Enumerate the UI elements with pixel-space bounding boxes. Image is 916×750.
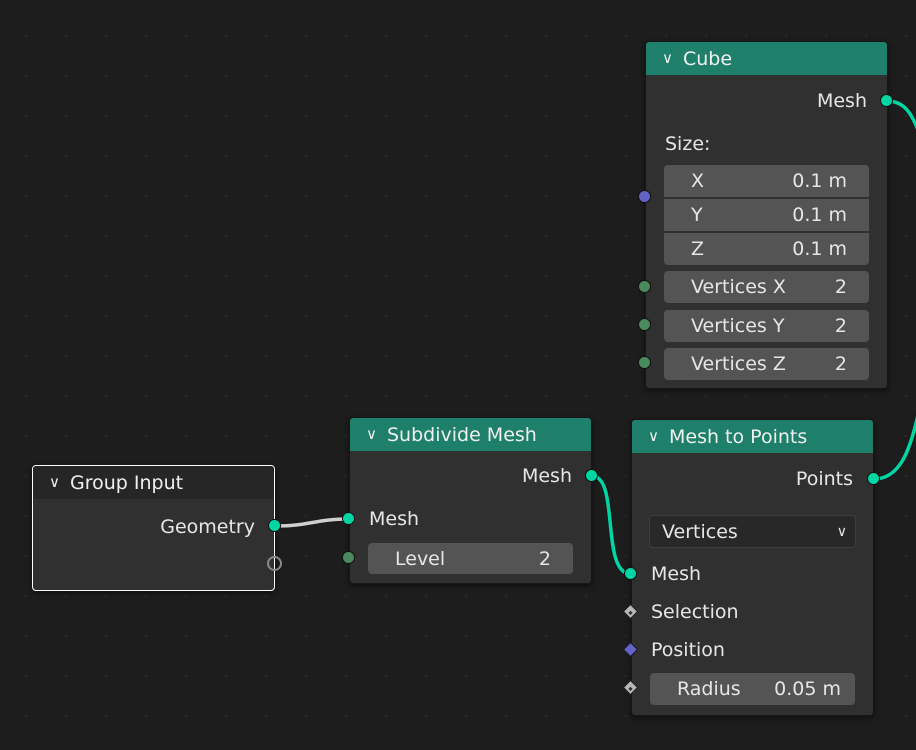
field-label: Radius (677, 678, 741, 700)
size-label: Size: (665, 133, 711, 155)
field-label: X (691, 170, 705, 192)
link-points-out[interactable] (873, 414, 916, 482)
size-y-field[interactable]: Y 0.1 m (664, 199, 869, 231)
field-label: Y (691, 204, 703, 226)
field-label: Z (691, 238, 705, 260)
cube-vertices-z-socket[interactable] (638, 356, 651, 369)
collapse-chevron-icon[interactable]: ∨ (648, 427, 659, 445)
cube-size-input-socket[interactable] (638, 190, 651, 203)
field-value: 2 (834, 276, 847, 298)
subdivide-mesh-input-socket[interactable] (342, 512, 355, 525)
node-title: Cube (682, 47, 733, 70)
group-input-header[interactable]: ∨ Group Input (33, 466, 274, 499)
vertices-z-field[interactable]: Vertices Z 2 (664, 348, 869, 380)
collapse-chevron-icon[interactable]: ∨ (49, 473, 60, 491)
mode-dropdown[interactable]: Vertices ∨ (649, 515, 856, 548)
field-value: 2 (538, 547, 551, 570)
field-value: 0.05 m (774, 678, 841, 700)
output-label-geometry: Geometry (160, 516, 255, 538)
size-z-field[interactable]: Z 0.1 m (664, 233, 869, 265)
vertices-x-field[interactable]: Vertices X 2 (664, 271, 869, 303)
mesh-to-points-header[interactable]: ∨ Mesh to Points (632, 420, 873, 453)
size-x-field[interactable]: X 0.1 m (664, 165, 869, 197)
output-label-mesh: Mesh (816, 90, 867, 112)
output-label-mesh: Mesh (521, 465, 572, 487)
field-value: 2 (834, 315, 847, 337)
subdivide-mesh-node[interactable]: ∨ Subdivide Mesh Mesh Mesh Level 2 (349, 417, 592, 584)
field-value: 0.1 m (792, 170, 847, 192)
dropdown-value: Vertices (662, 520, 738, 543)
collapse-chevron-icon[interactable]: ∨ (366, 425, 377, 443)
collapse-chevron-icon[interactable]: ∨ (662, 49, 673, 67)
field-label: Level (395, 547, 446, 570)
group-input-empty-socket[interactable] (267, 556, 282, 571)
mesh-to-points-node[interactable]: ∨ Mesh to Points Points Vertices ∨ Mesh … (631, 419, 874, 716)
output-label-points: Points (795, 468, 853, 490)
link-geometry-to-subdivide[interactable] (275, 516, 350, 529)
chevron-down-icon: ∨ (836, 523, 847, 540)
vertices-y-field[interactable]: Vertices Y 2 (664, 310, 869, 342)
link-cube-mesh-out[interactable] (886, 98, 916, 132)
radius-field[interactable]: Radius 0.05 m (650, 673, 855, 705)
cube-node[interactable]: ∨ Cube Mesh Size: X 0.1 m Y 0.1 m Z 0.1 … (645, 41, 888, 389)
cube-vertices-x-socket[interactable] (638, 280, 651, 293)
level-field[interactable]: Level 2 (368, 543, 573, 574)
subdivide-level-socket[interactable] (342, 551, 355, 564)
mesh-to-points-output-socket[interactable] (867, 472, 880, 485)
field-value: 0.1 m (792, 204, 847, 226)
node-title: Subdivide Mesh (386, 423, 537, 446)
field-label: Vertices Y (691, 315, 785, 337)
subdivide-mesh-header[interactable]: ∨ Subdivide Mesh (350, 418, 591, 451)
cube-node-header[interactable]: ∨ Cube (646, 42, 887, 75)
field-label: Vertices X (691, 276, 786, 298)
input-label-mesh: Mesh (651, 563, 702, 585)
link-subdivide-to-mesh-to-points[interactable] (591, 473, 632, 577)
cube-mesh-output-socket[interactable] (880, 94, 893, 107)
field-value: 0.1 m (792, 238, 847, 260)
subdivide-mesh-output-socket[interactable] (585, 469, 598, 482)
mesh-to-points-mesh-socket[interactable] (624, 567, 637, 580)
input-label-position: Position (651, 639, 725, 661)
input-label-mesh: Mesh (369, 508, 420, 530)
input-label-selection: Selection (651, 601, 739, 623)
group-input-node[interactable]: ∨ Group Input Geometry (32, 465, 275, 591)
field-label: Vertices Z (691, 353, 786, 375)
node-title: Mesh to Points (668, 425, 808, 448)
node-title: Group Input (69, 471, 184, 494)
cube-vertices-y-socket[interactable] (638, 318, 651, 331)
field-value: 2 (834, 353, 847, 375)
group-input-geometry-socket[interactable] (268, 519, 281, 532)
